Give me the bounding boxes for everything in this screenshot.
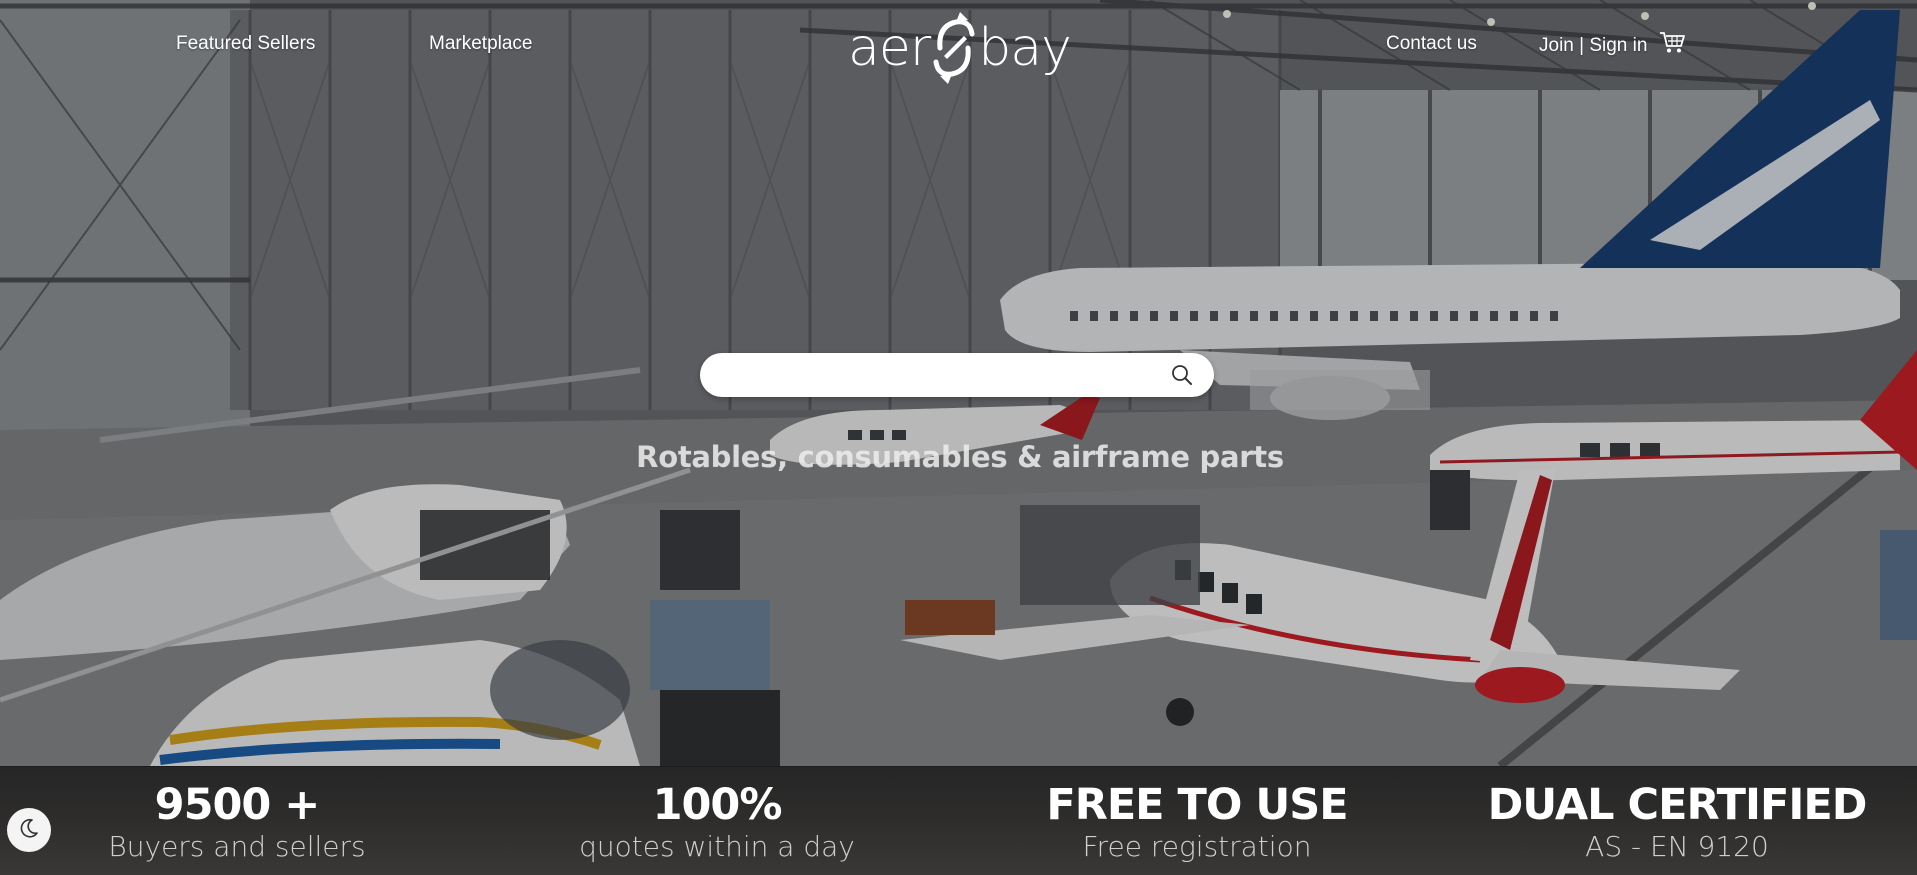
- stat-certified: DUAL CERTIFIED AS - EN 9120: [1457, 780, 1897, 864]
- logo-text-left: aer: [848, 18, 931, 78]
- stat-label: quotes within a day: [579, 830, 855, 864]
- moon-icon: [18, 817, 40, 844]
- plane-swirl-icon: [930, 10, 978, 86]
- logo-text-right: bay: [978, 18, 1072, 78]
- cart-icon[interactable]: [1659, 30, 1685, 54]
- brand-logo[interactable]: aer bay: [848, 10, 1072, 86]
- stat-free: FREE TO USE Free registration: [977, 780, 1417, 864]
- theme-toggle-button[interactable]: [7, 808, 51, 852]
- stat-value: FREE TO USE: [1046, 780, 1348, 830]
- stat-value: 100%: [652, 780, 783, 830]
- search-icon[interactable]: [1170, 363, 1194, 387]
- search-input[interactable]: [718, 353, 1158, 397]
- stat-label: AS - EN 9120: [1585, 830, 1769, 864]
- stat-quotes: 100% quotes within a day: [497, 780, 937, 864]
- hero-tagline: Rotables, consumables & airframe parts: [636, 440, 1284, 474]
- nav-contact-us[interactable]: Contact us: [1386, 33, 1477, 55]
- stats-band: 9500 + Buyers and sellers 100% quotes wi…: [0, 766, 1917, 875]
- stat-value: DUAL CERTIFIED: [1487, 780, 1868, 830]
- search-bar: [700, 353, 1214, 397]
- nav-marketplace[interactable]: Marketplace: [429, 33, 533, 55]
- nav-join-sign-in[interactable]: Join | Sign in: [1539, 35, 1647, 57]
- stat-users: 9500 + Buyers and sellers: [17, 780, 457, 864]
- stat-label: Buyers and sellers: [108, 830, 366, 864]
- stat-value: 9500 +: [154, 780, 321, 830]
- stat-label: Free registration: [1082, 830, 1312, 864]
- nav-featured-sellers[interactable]: Featured Sellers: [176, 33, 315, 55]
